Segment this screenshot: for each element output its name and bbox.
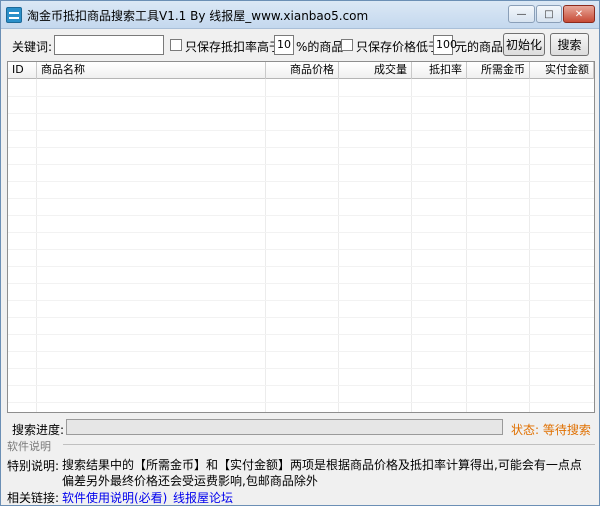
column-divider [466,79,467,412]
results-table[interactable]: ID 商品名称 商品价格 成交量 抵扣率 所需金币 实付金额 [7,61,595,413]
table-row-line [8,402,594,403]
column-divider [529,79,530,412]
table-row-line [8,232,594,233]
table-row-line [8,215,594,216]
column-divider [36,79,37,412]
table-row-line [8,198,594,199]
column-divider [411,79,412,412]
related-links-label: 相关链接: [7,491,60,505]
price-filter-checkbox[interactable] [341,39,353,51]
init-button[interactable]: 初始化 [503,33,545,56]
column-header-name[interactable]: 商品名称 [37,62,266,79]
discount-rate-input[interactable]: 10 [274,35,294,55]
info-group-title: 软件说明 [7,440,51,453]
table-row-line [8,96,594,97]
column-header-price[interactable]: 商品价格 [266,62,339,79]
price-limit-input[interactable]: 100 [433,35,457,55]
column-header-coins[interactable]: 所需金币 [467,62,530,79]
table-row-line [8,300,594,301]
minimize-button[interactable]: — [508,5,535,23]
search-toolbar: 关键词: 只保存抵扣率高于 10 %的商品 只保存价格低于 100 元的商品 初… [1,31,599,57]
table-row-line [8,147,594,148]
table-row-line [8,164,594,165]
table-row-line [8,266,594,267]
table-row-line [8,181,594,182]
search-button[interactable]: 搜索 [550,33,589,56]
special-note-text: 搜索结果中的【所需金币】和【实付金额】两项是根据商品价格及抵扣率计算得出,可能会… [62,458,582,488]
column-header-id[interactable]: ID [8,62,37,79]
app-window: 淘金币抵扣商品搜索工具V1.1 By 线报屋_www.xianbao5.com … [0,0,600,506]
table-row-line [8,130,594,131]
search-progress-bar [66,419,503,435]
table-row-line [8,317,594,318]
window-title: 淘金币抵扣商品搜索工具V1.1 By 线报屋_www.xianbao5.com [27,9,369,23]
table-row-line [8,385,594,386]
table-row-line [8,351,594,352]
forum-link[interactable]: 线报屋论坛 [173,489,233,506]
table-row-line [8,334,594,335]
keyword-label: 关键词: [12,40,53,54]
keyword-input[interactable] [54,35,164,55]
price-filter-suffix: 元的商品 [455,40,504,54]
special-note-label: 特别说明: [7,459,60,473]
column-header-paid[interactable]: 实付金额 [530,62,594,79]
table-row-line [8,113,594,114]
price-filter-label: 只保存价格低于 [356,40,441,54]
progress-label: 搜索进度: [12,423,65,437]
discount-filter-checkbox[interactable] [170,39,182,51]
close-button[interactable]: ✕ [563,5,595,23]
maximize-button[interactable]: □ [536,5,562,23]
table-header: ID 商品名称 商品价格 成交量 抵扣率 所需金币 实付金额 [8,62,594,79]
table-row-line [8,249,594,250]
column-header-discount[interactable]: 抵扣率 [412,62,467,79]
usage-guide-link[interactable]: 软件使用说明(必看) [62,489,167,506]
table-row-line [8,283,594,284]
app-icon [6,7,22,23]
column-divider [265,79,266,412]
table-row-line [8,368,594,369]
info-group-divider [63,444,595,445]
column-header-sales[interactable]: 成交量 [339,62,412,79]
status-text: 状态: 等待搜索 [511,423,591,437]
title-bar[interactable]: 淘金币抵扣商品搜索工具V1.1 By 线报屋_www.xianbao5.com … [1,1,599,29]
discount-filter-suffix: %的商品 [296,40,344,54]
column-divider [338,79,339,412]
discount-filter-label: 只保存抵扣率高于 [185,40,282,54]
